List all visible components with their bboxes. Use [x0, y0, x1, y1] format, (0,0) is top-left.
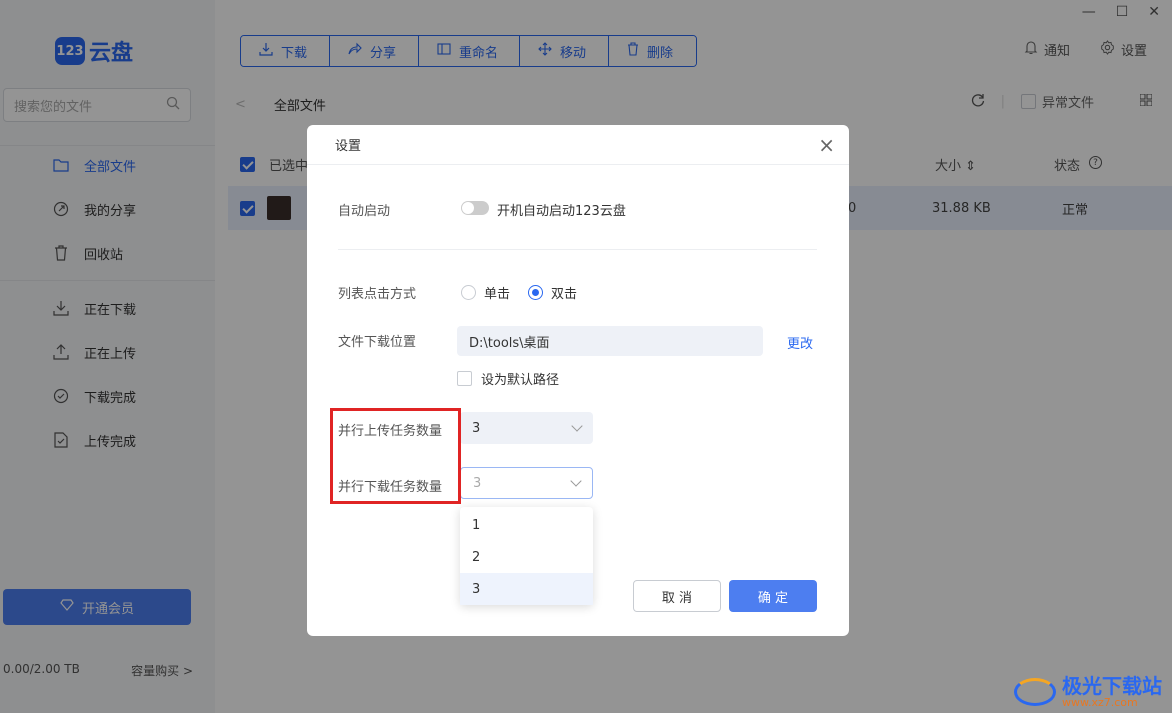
radio-single[interactable] — [461, 285, 476, 300]
settings-dialog: 设置 × 自动启动 开机自动启动123云盘 列表点击方式 单击 双击 文件下载位… — [307, 125, 849, 636]
watermark: 极光下载站 www.xz7.com — [1014, 675, 1162, 709]
single-click-label: 单击 — [484, 287, 511, 302]
single-click-radio[interactable]: 单击 — [461, 283, 510, 302]
download-parallel-dropdown: 1 2 3 — [460, 507, 593, 605]
watermark-line1: 极光下载站 — [1062, 673, 1162, 698]
close-icon[interactable]: × — [818, 133, 835, 157]
dialog-title: 设置 — [335, 139, 362, 154]
click-mode-label: 列表点击方式 — [338, 287, 417, 302]
dropdown-option[interactable]: 2 — [460, 541, 593, 573]
double-click-radio[interactable]: 双击 — [528, 283, 577, 302]
radio-double[interactable] — [528, 285, 543, 300]
upload-parallel-select[interactable]: 3 — [460, 412, 593, 444]
cancel-button[interactable]: 取 消 — [633, 580, 721, 612]
download-parallel-select[interactable]: 3 — [460, 467, 593, 499]
divider — [338, 249, 817, 250]
download-path-value: D:\tools\桌面 — [469, 335, 550, 351]
download-path-field[interactable]: D:\tools\桌面 — [457, 326, 763, 356]
autostart-toggle[interactable] — [461, 201, 489, 215]
chevron-down-icon — [571, 420, 583, 432]
dropdown-option[interactable]: 3 — [460, 573, 593, 605]
default-path-label: 设为默认路径 — [481, 373, 560, 388]
upload-parallel-value: 3 — [472, 420, 481, 436]
chevron-down-icon — [570, 475, 582, 487]
download-parallel-value: 3 — [473, 475, 482, 491]
highlight-box — [330, 408, 461, 504]
download-path-label: 文件下载位置 — [338, 335, 417, 350]
dropdown-option[interactable]: 1 — [460, 509, 593, 541]
autostart-label: 自动启动 — [338, 204, 391, 219]
autostart-text: 开机自动启动123云盘 — [497, 204, 626, 219]
watermark-text: 极光下载站 www.xz7.com — [1062, 675, 1162, 709]
watermark-logo — [1014, 677, 1056, 706]
default-path-checkbox[interactable] — [457, 371, 472, 386]
ok-button[interactable]: 确 定 — [729, 580, 817, 612]
double-click-label: 双击 — [551, 287, 578, 302]
change-path-link[interactable]: 更改 — [787, 333, 813, 352]
watermark-line2: www.xz7.com — [1062, 695, 1138, 709]
dialog-header: 设置 × — [307, 125, 849, 165]
default-path-option[interactable]: 设为默认路径 — [457, 369, 559, 388]
